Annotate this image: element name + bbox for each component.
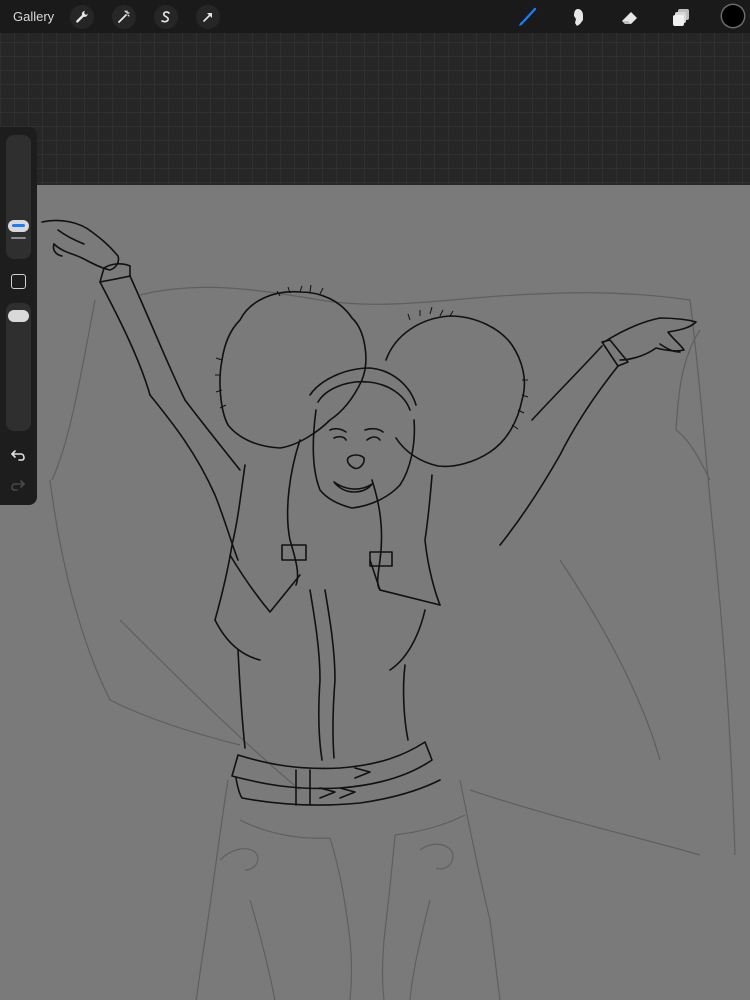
procreate-app: Gallery — [0, 0, 750, 1000]
modify-square-icon[interactable] — [11, 274, 26, 289]
drawing-canvas[interactable] — [0, 185, 750, 1000]
brush-icon[interactable] — [514, 4, 540, 30]
arrow-transform-icon[interactable] — [196, 5, 220, 29]
wrench-icon[interactable] — [70, 5, 94, 29]
opacity-slider[interactable] — [6, 303, 31, 431]
brush-size-slider[interactable] — [6, 135, 31, 259]
puff-texture — [215, 284, 529, 430]
brush-size-knob[interactable] — [8, 220, 29, 232]
line-art — [41, 219, 736, 1000]
smudge-icon[interactable] — [566, 4, 592, 30]
gallery-button[interactable]: Gallery — [13, 9, 54, 24]
redo-icon[interactable] — [8, 475, 28, 495]
size-tick — [11, 237, 26, 239]
selection-s-icon[interactable] — [154, 5, 178, 29]
layers-icon[interactable] — [668, 4, 694, 30]
left-sidebar — [0, 127, 37, 505]
color-picker-button[interactable] — [722, 5, 744, 27]
undo-icon[interactable] — [8, 445, 28, 465]
active-indicator — [12, 224, 25, 227]
magic-wand-icon[interactable] — [112, 5, 136, 29]
top-toolbar: Gallery — [0, 0, 750, 33]
sketch-layer — [49, 286, 736, 1000]
eraser-icon[interactable] — [617, 4, 643, 30]
ink-layer — [41, 219, 697, 806]
opacity-knob[interactable] — [8, 310, 29, 322]
